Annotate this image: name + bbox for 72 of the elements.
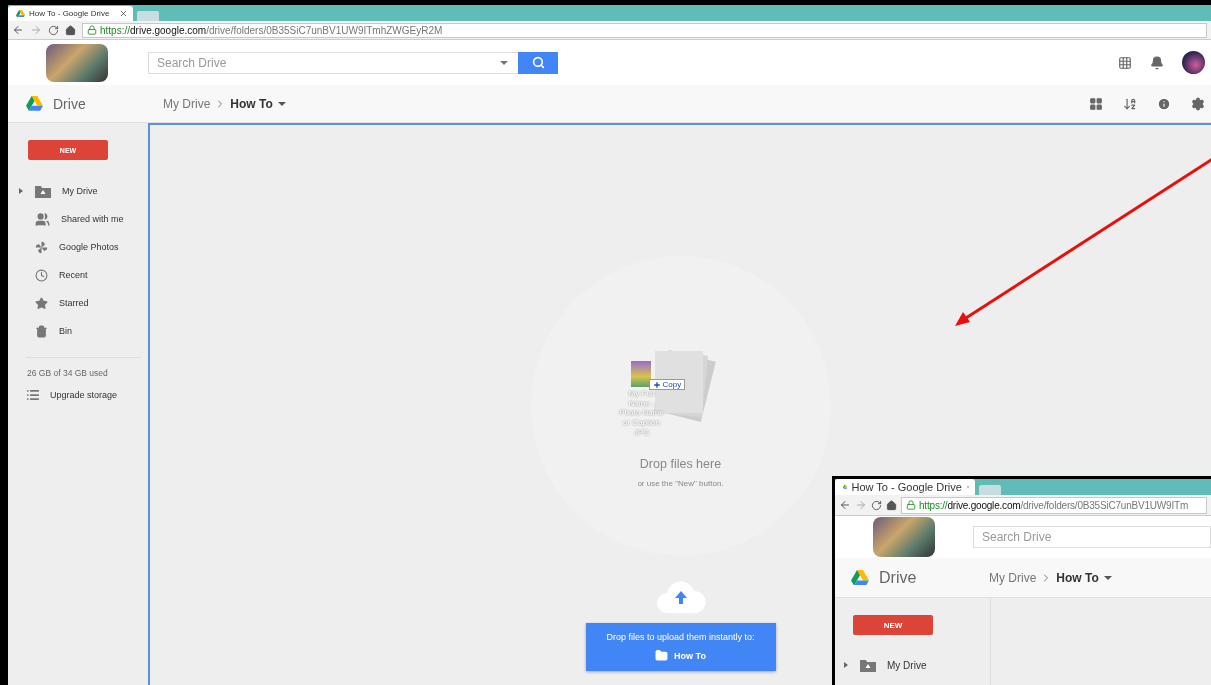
expand-arrow-icon[interactable] — [844, 662, 848, 668]
clock-icon — [35, 268, 48, 282]
app-name: Drive — [879, 568, 917, 587]
bell-icon[interactable] — [1150, 55, 1164, 70]
drop-subtitle: or use the "New" button. — [637, 479, 724, 488]
sidebar-item[interactable]: Shared with me — [26, 205, 148, 233]
expand-arrow-icon[interactable] — [19, 188, 23, 194]
caret-icon — [277, 101, 286, 106]
people-icon — [35, 211, 50, 227]
tab-title: How To - Google Drive — [29, 9, 111, 18]
home-icon[interactable] — [65, 24, 76, 36]
breadcrumb-item[interactable]: How To — [230, 96, 286, 111]
logo-image[interactable] — [46, 43, 108, 82]
grid-view-icon[interactable] — [1089, 96, 1103, 111]
caret-icon — [1103, 575, 1112, 580]
sort-icon[interactable] — [1123, 96, 1137, 111]
sidebar-item[interactable]: Recent — [26, 261, 148, 289]
sidebar-item[interactable]: Bin — [26, 317, 148, 345]
lock-icon — [906, 500, 916, 510]
new-button[interactable]: NEW — [853, 615, 933, 635]
upload-cloud-icon — [654, 579, 707, 615]
app-name: Drive — [53, 95, 86, 112]
close-icon[interactable] — [119, 9, 128, 18]
drive-logo-icon — [851, 569, 869, 586]
sidebar-item[interactable]: My Drive — [851, 653, 990, 677]
back-icon[interactable] — [12, 24, 24, 36]
browser-tab[interactable]: How To - Google Drive — [835, 479, 975, 495]
settings-icon[interactable] — [1191, 96, 1205, 111]
tab-title: How To - Google Drive — [851, 481, 962, 493]
upload-banner: Drop files to upload them instantly to: How To — [585, 623, 776, 671]
drive-logo-icon — [26, 96, 43, 111]
sidebar-item[interactable]: Starred — [26, 289, 148, 317]
storage-list-icon — [26, 388, 40, 402]
url-text: https://drive.google.com/drive/folders/0B35SiC7unBV1UW9ITmhZWGEyR2M — [100, 24, 443, 36]
drop-title: Drop files here — [639, 457, 722, 471]
sidebar-item[interactable]: My Drive — [26, 177, 148, 205]
search-button[interactable] — [518, 51, 558, 74]
search-bar[interactable]: Search Drive — [973, 526, 1211, 548]
folder-icon — [35, 184, 51, 198]
reload-icon[interactable] — [48, 24, 59, 36]
upgrade-storage-link[interactable]: Upgrade storage — [26, 388, 148, 402]
address-bar[interactable]: https://drive.google.com/drive/folders/0B35SiC7unBV1UW9ITmhZWGEyR2M — [82, 22, 1207, 38]
lock-icon — [87, 25, 97, 35]
pinwheel-icon — [35, 240, 48, 254]
breadcrumb-item[interactable]: My Drive — [163, 96, 211, 111]
browser-tab[interactable]: How To - Google Drive — [8, 6, 133, 21]
search-icon — [531, 56, 545, 69]
reload-icon[interactable] — [871, 499, 882, 511]
photo-placeholder — [630, 361, 651, 387]
storage-usage: 26 GB of 34 GB used — [27, 368, 109, 378]
copy-badge: Copy — [648, 379, 686, 390]
drive-logo-icon — [843, 482, 848, 492]
folder-icon — [655, 649, 669, 662]
address-bar[interactable]: https://drive.google.com/drive/folders/0B35SiC7unBV1UW9ITm — [901, 496, 1207, 514]
logo-image — [873, 517, 935, 557]
drive-logo-icon — [16, 9, 25, 18]
info-icon[interactable] — [1157, 96, 1171, 111]
sidebar-item[interactable]: Google Photos — [26, 233, 148, 261]
search-bar[interactable]: Search Drive — [148, 51, 558, 74]
star-icon — [35, 296, 48, 310]
apps-grid-icon[interactable] — [1118, 55, 1132, 70]
back-icon[interactable] — [839, 499, 851, 511]
search-field[interactable]: Search Drive — [155, 54, 500, 71]
home-icon[interactable] — [886, 499, 897, 511]
breadcrumb-item[interactable]: How To — [1056, 570, 1112, 585]
url-text: https://drive.google.com/drive/folders/0B35SiC7unBV1UW9ITm — [919, 499, 1189, 511]
dropdown-caret-icon[interactable] — [500, 60, 508, 65]
trash-icon — [35, 324, 48, 338]
folder-icon — [860, 658, 876, 672]
avatar[interactable] — [1182, 51, 1205, 74]
plus-icon — [652, 380, 661, 389]
breadcrumb-item[interactable]: My Drive — [989, 570, 1037, 585]
